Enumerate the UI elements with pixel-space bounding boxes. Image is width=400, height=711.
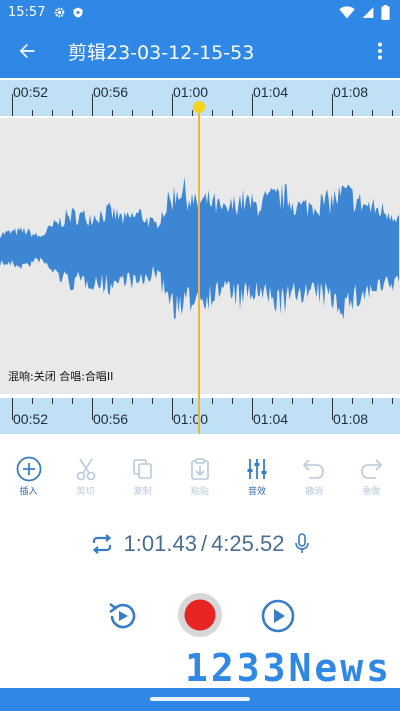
ruler-minor-tick bbox=[192, 398, 193, 404]
overflow-menu-button[interactable] bbox=[360, 24, 400, 78]
ruler-minor-tick bbox=[372, 398, 373, 404]
wifi-icon bbox=[339, 5, 355, 18]
shield-icon bbox=[73, 7, 83, 17]
ruler-label: 00:52 bbox=[13, 84, 49, 100]
equalizer-icon bbox=[247, 459, 267, 479]
rewind-button[interactable] bbox=[104, 598, 140, 638]
redo-label: 重做 bbox=[362, 487, 381, 497]
battery-icon bbox=[381, 4, 390, 20]
waveform-graph bbox=[0, 176, 399, 320]
effects-status: 混响:关闭 合唱:合唱II bbox=[8, 370, 114, 383]
ruler-label: 01:08 bbox=[333, 84, 369, 100]
total-time: 4:25.52 bbox=[211, 531, 285, 556]
undo-label: 撤消 bbox=[305, 487, 324, 497]
plus-circle-icon bbox=[16, 456, 41, 482]
ruler-label: 00:56 bbox=[93, 411, 129, 427]
ruler-minor-tick bbox=[232, 398, 233, 404]
copy-icon bbox=[133, 459, 152, 479]
ruler-minor-tick bbox=[192, 110, 193, 116]
time-separator: / bbox=[200, 531, 208, 556]
ruler-minor-tick bbox=[72, 398, 73, 404]
watermark: 1233News bbox=[184, 646, 392, 690]
cut-label: 剪切 bbox=[76, 487, 95, 497]
play-button[interactable] bbox=[260, 598, 296, 638]
paste-icon bbox=[191, 458, 209, 480]
insert-button[interactable]: 插入 bbox=[0, 456, 57, 506]
ruler-minor-tick bbox=[32, 398, 33, 404]
ruler-minor-tick bbox=[152, 398, 153, 404]
ruler-minor-tick bbox=[52, 110, 53, 116]
redo-icon bbox=[361, 459, 383, 479]
copy-button[interactable]: 复制 bbox=[114, 456, 171, 506]
status-time: 15:57 bbox=[8, 4, 46, 20]
cut-button[interactable]: 剪切 bbox=[57, 456, 114, 506]
waveform[interactable] bbox=[0, 118, 400, 394]
back-button[interactable] bbox=[0, 24, 54, 78]
redo-button[interactable]: 重做 bbox=[343, 456, 400, 506]
scissors-icon bbox=[76, 458, 95, 481]
arrow-left-icon bbox=[19, 44, 35, 58]
ruler-minor-tick bbox=[312, 110, 313, 116]
page-title: 剪辑23-03-12-15-53 bbox=[68, 41, 255, 64]
ruler-minor-tick bbox=[312, 398, 313, 404]
paste-button[interactable]: 粘贴 bbox=[171, 456, 228, 506]
copy-label: 复制 bbox=[133, 487, 152, 497]
ruler-label: 01:04 bbox=[253, 84, 289, 100]
gear-icon bbox=[55, 7, 65, 17]
sound-effects-button[interactable]: 音效 bbox=[229, 456, 286, 506]
signal-icon bbox=[362, 6, 374, 18]
ruler-minor-tick bbox=[352, 398, 353, 404]
ruler-minor-tick bbox=[272, 110, 273, 116]
ruler-minor-tick bbox=[72, 110, 73, 116]
ruler-minor-tick bbox=[152, 110, 153, 116]
record-icon bbox=[178, 593, 222, 637]
undo-button[interactable]: 撤消 bbox=[286, 456, 343, 506]
ruler-minor-tick bbox=[292, 110, 293, 116]
ruler-minor-tick bbox=[52, 398, 53, 404]
transport-controls bbox=[0, 592, 400, 640]
ruler-minor-tick bbox=[112, 398, 113, 404]
app-bar: 剪辑23-03-12-15-53 bbox=[0, 24, 400, 78]
paste-label: 粘贴 bbox=[190, 487, 209, 497]
replay-icon bbox=[109, 602, 136, 629]
ruler-minor-tick bbox=[132, 110, 133, 116]
ruler-minor-tick bbox=[352, 110, 353, 116]
ruler-label: 01:00 bbox=[173, 84, 209, 100]
record-button[interactable] bbox=[177, 592, 223, 642]
ruler-minor-tick bbox=[132, 398, 133, 404]
status-bar: 15:57 bbox=[0, 0, 400, 24]
ruler-minor-tick bbox=[32, 110, 33, 116]
ruler-minor-tick bbox=[232, 110, 233, 116]
current-time: 1:01.43 bbox=[123, 531, 197, 556]
more-vert-icon bbox=[378, 42, 382, 60]
microphone-icon[interactable] bbox=[294, 532, 310, 556]
ruler-minor-tick bbox=[272, 398, 273, 404]
ruler-minor-tick bbox=[212, 398, 213, 404]
ruler-label: 00:56 bbox=[93, 84, 129, 100]
time-readout: 1:01.43 / 4:25.52 bbox=[0, 528, 400, 560]
edit-toolbar: 插入 剪切 复制 粘贴 音效 撤消 重做 bbox=[0, 456, 400, 506]
ruler-label: 00:52 bbox=[13, 411, 49, 427]
ruler-minor-tick bbox=[372, 110, 373, 116]
ruler-minor-tick bbox=[392, 110, 393, 116]
insert-label: 插入 bbox=[19, 487, 38, 497]
ruler-minor-tick bbox=[292, 398, 293, 404]
time-ruler-bottom[interactable]: 00:52 00:56 01:00 01:04 01:08 bbox=[0, 398, 400, 434]
ruler-label: 01:00 bbox=[173, 411, 209, 427]
home-indicator[interactable] bbox=[150, 697, 250, 701]
ruler-minor-tick bbox=[392, 398, 393, 404]
play-circle-icon bbox=[261, 599, 295, 633]
ruler-label: 01:04 bbox=[253, 411, 289, 427]
ruler-label: 01:08 bbox=[333, 411, 369, 427]
sound-effects-label: 音效 bbox=[248, 487, 267, 497]
playhead-line[interactable] bbox=[198, 108, 200, 434]
undo-icon bbox=[303, 459, 324, 479]
ruler-minor-tick bbox=[112, 110, 113, 116]
ruler-minor-tick bbox=[212, 110, 213, 116]
repeat-icon[interactable] bbox=[90, 533, 114, 555]
playhead-handle[interactable] bbox=[193, 101, 205, 113]
